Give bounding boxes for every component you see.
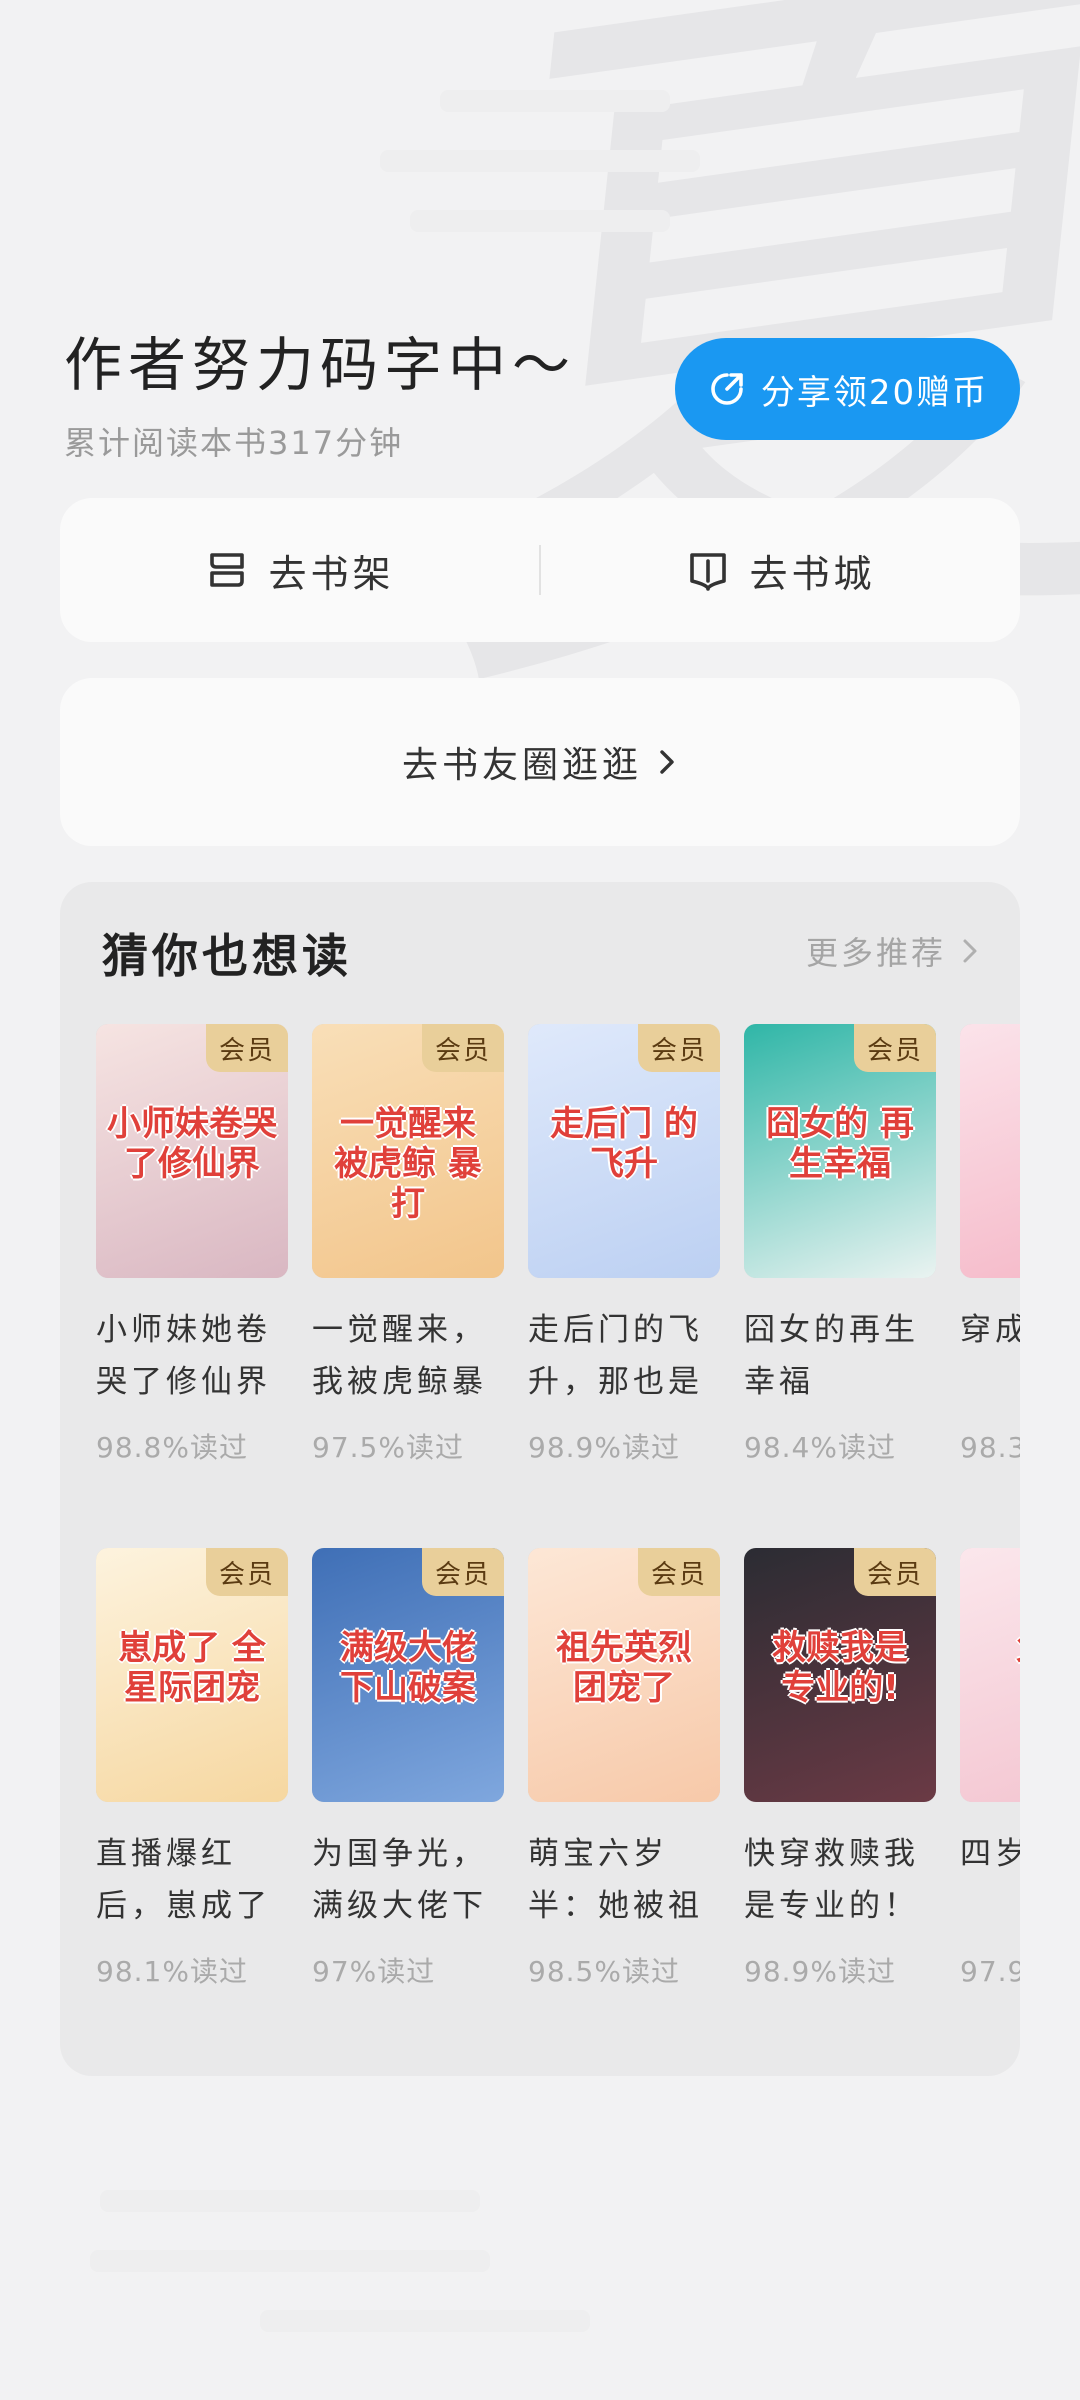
book-cover[interactable]: 满级大佬 下山破案 会员	[312, 1548, 504, 1802]
book-item[interactable]: 祖先英烈 团宠了 会员萌宝六岁半：她被祖 98.5%读过	[528, 1548, 720, 1990]
book-cover-title: 崽成了 全星际团宠	[118, 1628, 266, 1708]
share-icon	[711, 373, 743, 405]
vip-badge: 会员	[854, 1548, 936, 1596]
book-cover-title: 满级大佬 下山破案	[340, 1628, 476, 1708]
bookshelf-icon	[210, 553, 245, 587]
book-item[interactable]: 小师妹卷哭了修仙界 会员小师妹她卷哭了修仙界 98.8%读过	[96, 1024, 288, 1466]
book-cover[interactable]: 父 被会员	[960, 1548, 1020, 1802]
vip-badge: 会员	[206, 1024, 288, 1072]
book-cover-title: 走后门 的飞升	[550, 1104, 698, 1184]
vip-badge: 会员	[854, 1024, 936, 1072]
reader-end-page: 夏 作者努力码字中～ 累计阅读本书317分钟 分享领20赠币 去书架	[0, 0, 1080, 2400]
book-item[interactable]: 一觉醒来 被虎鲸 暴打 会员一觉醒来，我被虎鲸暴 97.5%读过	[312, 1024, 504, 1466]
book-read-rate: 97.5%读过	[312, 1431, 464, 1464]
book-icon	[690, 553, 727, 591]
book-cover[interactable]: 囧女的 再生幸福 会员	[744, 1024, 936, 1278]
book-title: 直播爆红后，崽成了	[96, 1836, 271, 1924]
book-cover[interactable]: 走后门 的飞升 会员	[528, 1024, 720, 1278]
book-title: 萌宝六岁半：她被祖	[528, 1836, 703, 1924]
book-title: 快穿救赎我是专业的！	[744, 1836, 919, 1924]
book-circle-link[interactable]: 去书友圈逛逛	[60, 678, 1020, 846]
book-title: 走后门的飞升，那也是	[528, 1312, 703, 1400]
book-read-rate: 97.9%读过	[960, 1955, 1020, 1988]
book-item[interactable]: 九会员穿成只九 98.3%读过	[960, 1024, 1020, 1466]
vip-badge: 会员	[422, 1548, 504, 1596]
go-bookstore-label: 去书城	[749, 551, 876, 596]
book-read-rate: 98.1%读过	[96, 1955, 248, 1988]
book-title: 为国争光，满级大佬下	[312, 1836, 487, 1924]
recommend-section: 猜你也想读 更多推荐 小师妹卷哭了修仙界 会员 小师妹她卷哭了修仙界 98.8%读过一…	[60, 882, 1020, 2076]
book-cover-art	[960, 1548, 1020, 1802]
chevron-right-icon	[660, 750, 674, 774]
book-title: 四岁实	[960, 1836, 1020, 1872]
reading-time-text: 累计阅读本书317分钟	[64, 424, 404, 462]
book-title: 穿成只九	[960, 1312, 1020, 1348]
vip-badge: 会员	[638, 1024, 720, 1072]
go-bookstore-button[interactable]: 去书城	[541, 498, 1020, 642]
book-cover-title: 小师妹卷哭了修仙界	[107, 1104, 277, 1184]
book-item[interactable]: 崽成了 全星际团宠 会员直播爆红后，崽成了 98.1%读过	[96, 1548, 288, 1990]
book-item[interactable]: 囧女的 再生幸福 会员囧女的再生幸福 98.4%读过	[744, 1024, 936, 1466]
book-item[interactable]: 救赎我是 专业的! 会员快穿救赎我是专业的！ 98.9%读过	[744, 1548, 936, 1990]
more-recommend-label: 更多推荐	[805, 934, 946, 972]
nav-card: 去书架 去书城	[60, 498, 1020, 642]
share-button-label: 分享领20赠币	[760, 372, 989, 413]
book-read-rate: 97%读过	[312, 1955, 436, 1988]
book-read-rate: 98.5%读过	[528, 1955, 680, 1988]
vip-badge: 会员	[206, 1548, 288, 1596]
share-button[interactable]: 分享领20赠币	[675, 338, 1020, 440]
book-cover[interactable]: 小师妹卷哭了修仙界 会员	[96, 1024, 288, 1278]
book-cover-title: 九	[968, 1104, 1020, 1144]
book-read-rate: 98.8%读过	[96, 1431, 248, 1464]
book-title: 囧女的再生幸福	[744, 1312, 919, 1400]
book-cover[interactable]: 祖先英烈 团宠了 会员	[528, 1548, 720, 1802]
book-read-rate: 98.9%读过	[744, 1955, 896, 1988]
book-circle-label: 去书友圈逛逛	[401, 745, 642, 786]
vip-badge: 会员	[422, 1024, 504, 1072]
more-recommend-link[interactable]: 更多推荐	[806, 928, 978, 974]
recommend-title: 猜你也想读	[102, 929, 352, 983]
book-cover-title: 一觉醒来 被虎鲸 暴打	[334, 1104, 482, 1224]
page-title: 作者努力码字中～	[64, 331, 577, 399]
book-cover-art	[960, 1024, 1020, 1278]
book-read-rate: 98.9%读过	[528, 1431, 680, 1464]
book-cover-title: 祖先英烈 团宠了	[556, 1628, 692, 1708]
book-cover-title: 囧女的 再生幸福	[766, 1104, 914, 1184]
book-cover-title: 救赎我是 专业的!	[772, 1628, 908, 1708]
go-bookshelf-button[interactable]: 去书架	[60, 498, 539, 642]
book-item[interactable]: 满级大佬 下山破案 会员为国争光，满级大佬下 97%读过	[312, 1548, 504, 1990]
book-title: 小师妹她卷哭了修仙界	[96, 1312, 271, 1400]
book-cover[interactable]: 崽成了 全星际团宠 会员	[96, 1548, 288, 1802]
go-bookshelf-label: 去书架	[268, 551, 395, 596]
book-title: 一觉醒来，我被虎鲸暴	[312, 1312, 487, 1400]
vip-badge: 会员	[638, 1548, 720, 1596]
book-cover[interactable]: 救赎我是 专业的! 会员	[744, 1548, 936, 1802]
chevron-right-icon	[963, 939, 977, 963]
book-read-rate: 98.4%读过	[744, 1431, 896, 1464]
book-cover[interactable]: 九会员	[960, 1024, 1020, 1278]
book-item[interactable]: 父 被会员四岁实 97.9%读过	[960, 1548, 1020, 1990]
book-cover[interactable]: 一觉醒来 被虎鲸 暴打 会员	[312, 1024, 504, 1278]
book-cover-title: 父 被	[968, 1628, 1020, 1668]
book-read-rate: 98.3%读过	[960, 1431, 1020, 1464]
book-item[interactable]: 走后门 的飞升 会员走后门的飞升，那也是 98.9%读过	[528, 1024, 720, 1466]
